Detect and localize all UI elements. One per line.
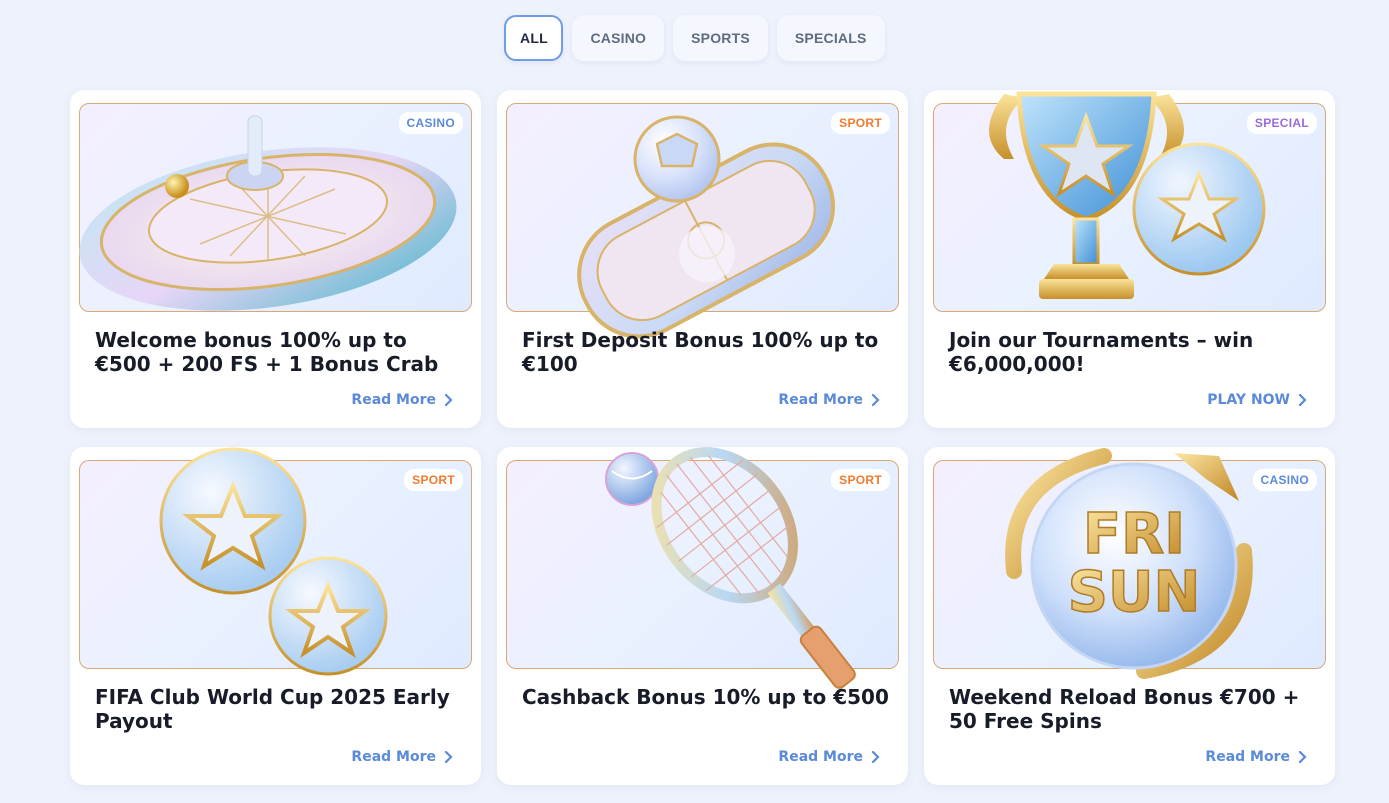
link-label: Read More: [351, 392, 436, 408]
trophy-image: SPECIAL: [933, 91, 1326, 312]
promo-title: FIFA Club World Cup 2025 Early Payout: [95, 685, 450, 733]
promo-card[interactable]: SPORT Cashback Bonus 10% up to €500 Read…: [497, 447, 908, 785]
category-badge: SPORT: [831, 469, 890, 491]
filter-tabs: ALL CASINO SPORTS SPECIALS: [0, 15, 1389, 61]
star-balls-image: SPORT: [79, 447, 472, 676]
link-label: PLAY NOW: [1207, 392, 1290, 408]
link-label: Read More: [778, 749, 863, 765]
category-badge: SPORT: [404, 469, 463, 491]
chevron-right-icon: [1298, 394, 1307, 406]
fri-text: FRI: [1083, 502, 1185, 567]
read-more-link[interactable]: Read More: [351, 749, 453, 765]
category-badge: CASINO: [398, 112, 463, 134]
play-now-link[interactable]: PLAY NOW: [1207, 392, 1307, 408]
promo-card[interactable]: CASINO Welcome bonus 100% up to €500 + 2…: [70, 90, 481, 428]
fri-sun-bubble-image: FRI SUN CASINO: [933, 448, 1326, 679]
tennis-racket-image: SPORT: [506, 447, 899, 689]
promo-card[interactable]: FRI SUN CASINO Weekend Reload Bonus €700…: [924, 447, 1335, 785]
football-pitch-image: SPORT: [506, 103, 899, 339]
promo-title: First Deposit Bonus 100% up to €100: [522, 328, 879, 376]
roulette-wheel-image: CASINO: [79, 103, 472, 312]
link-label: Read More: [351, 749, 436, 765]
chevron-right-icon: [1298, 751, 1307, 763]
chevron-right-icon: [444, 751, 453, 763]
promo-title: Cashback Bonus 10% up to €500: [522, 685, 889, 709]
tab-specials[interactable]: SPECIALS: [776, 15, 885, 61]
tab-all[interactable]: ALL: [504, 15, 564, 61]
promo-title: Weekend Reload Bonus €700 + 50 Free Spin…: [949, 685, 1300, 733]
read-more-link[interactable]: Read More: [351, 392, 453, 408]
chevron-right-icon: [871, 394, 880, 406]
read-more-link[interactable]: Read More: [778, 392, 880, 408]
tab-casino[interactable]: CASINO: [572, 15, 665, 61]
read-more-link[interactable]: Read More: [778, 749, 880, 765]
promo-card[interactable]: SPORT FIFA Club World Cup 2025 Early Pay…: [70, 447, 481, 785]
promo-card[interactable]: SPORT First Deposit Bonus 100% up to €10…: [497, 90, 908, 428]
promo-title: Welcome bonus 100% up to €500 + 200 FS +…: [95, 328, 439, 376]
tab-sports[interactable]: SPORTS: [673, 15, 768, 61]
chevron-right-icon: [871, 751, 880, 763]
category-badge: SPORT: [831, 112, 890, 134]
promo-title: Join our Tournaments – win €6,000,000!: [949, 328, 1254, 376]
category-badge: SPECIAL: [1246, 112, 1317, 134]
category-badge: CASINO: [1252, 469, 1317, 491]
sun-text: SUN: [1068, 560, 1201, 625]
chevron-right-icon: [444, 394, 453, 406]
promotions-grid: CASINO Welcome bonus 100% up to €500 + 2…: [70, 90, 1335, 785]
read-more-link[interactable]: Read More: [1205, 749, 1307, 765]
link-label: Read More: [778, 392, 863, 408]
promo-card[interactable]: SPECIAL Join our Tournaments – win €6,00…: [924, 90, 1335, 428]
link-label: Read More: [1205, 749, 1290, 765]
